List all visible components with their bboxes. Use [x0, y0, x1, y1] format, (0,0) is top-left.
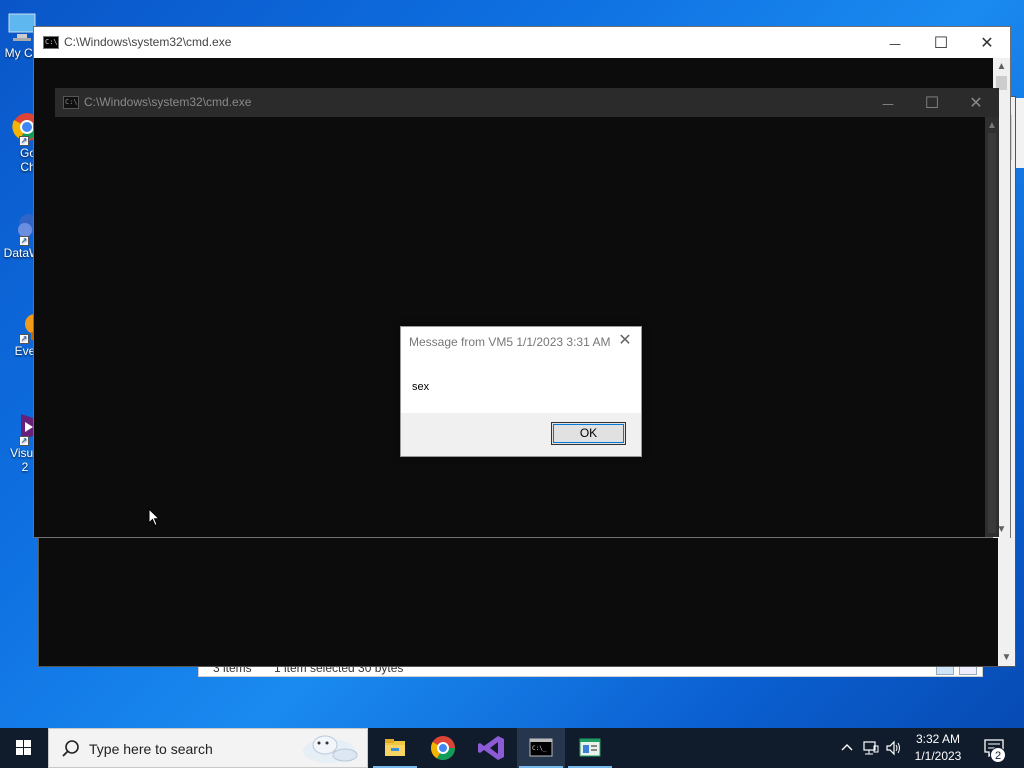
cmd-inner-scrollbar[interactable]: ▲	[985, 117, 999, 537]
network-icon[interactable]	[862, 740, 880, 756]
close-button[interactable]: ✕	[964, 27, 1010, 58]
cmd-window-icon: C:\	[43, 36, 59, 49]
taskbar-app-window[interactable]	[566, 728, 614, 768]
message-body: sex	[412, 381, 430, 393]
scroll-up-arrow-icon[interactable]: ▲	[993, 58, 1010, 75]
close-icon: ✕	[969, 93, 983, 112]
action-center-button[interactable]: 2	[976, 728, 1024, 768]
message-dialog: Message from VM5 1/1/2023 3:31 AM ✕ sex …	[400, 326, 642, 457]
file-explorer-icon	[385, 739, 405, 756]
chevron-up-icon[interactable]	[840, 741, 854, 755]
taskbar-visual-studio[interactable]	[468, 728, 516, 768]
maximize-button[interactable]: ☐	[909, 88, 955, 117]
search-highlight-art-icon	[303, 735, 358, 763]
dialog-footer: OK	[401, 413, 641, 456]
cmd-window-inner: C:\ C:\Windows\system32\cmd.exe — ☐ ✕ ▲	[55, 88, 999, 537]
cmd-inner-titlebar[interactable]: C:\ C:\Windows\system32\cmd.exe — ☐ ✕	[55, 88, 999, 117]
close-button[interactable]: ✕	[953, 88, 999, 117]
taskbar-file-explorer[interactable]	[371, 728, 419, 768]
start-button[interactable]	[0, 728, 48, 768]
taskbar: Type here to search C:\_ 3:32 AM 1/1/202…	[0, 728, 1024, 768]
cmd-icon: C:\_	[529, 738, 553, 757]
clock-date: 1/1/2023	[914, 749, 962, 763]
message-dialog-title: Message from VM5 1/1/2023 3:31 AM	[409, 335, 611, 349]
taskbar-chrome[interactable]	[419, 728, 467, 768]
mouse-cursor-icon	[148, 508, 160, 527]
maximize-icon: ☐	[924, 93, 940, 112]
minimize-button[interactable]: —	[872, 27, 918, 58]
clock-time: 3:32 AM	[915, 732, 961, 746]
maximize-button[interactable]: ☐	[918, 27, 964, 58]
volume-icon[interactable]	[885, 740, 903, 756]
close-icon: ✕	[618, 332, 632, 349]
notification-count-badge: 2	[990, 747, 1006, 763]
minimize-button[interactable]: —	[865, 88, 911, 117]
taskbar-cmd[interactable]: C:\_	[517, 728, 565, 768]
cmd-inner-title: C:\Windows\system32\cmd.exe	[84, 95, 252, 109]
minimize-icon: —	[889, 37, 901, 51]
chrome-icon	[430, 736, 455, 761]
search-box[interactable]: Type here to search	[48, 728, 368, 768]
visual-studio-icon	[478, 736, 504, 760]
shortcut-arrow-icon: ↗	[19, 436, 29, 446]
system-tray	[838, 728, 904, 768]
shortcut-arrow-icon: ↗	[19, 236, 29, 246]
cmd-titlebar[interactable]: C:\ C:\Windows\system32\cmd.exe — ☐ ✕	[34, 27, 1010, 58]
scroll-down-arrow-icon[interactable]: ▼	[998, 649, 1015, 666]
shortcut-arrow-icon: ↗	[19, 136, 29, 146]
search-icon	[62, 740, 79, 757]
maximize-icon: ☐	[933, 33, 949, 52]
ok-button[interactable]: OK	[551, 422, 626, 445]
scrollbar-thumb[interactable]	[988, 133, 996, 533]
cmd-window-icon: C:\	[63, 96, 79, 109]
svg-text:C:\_: C:\_	[532, 745, 547, 752]
windows-logo-icon	[16, 740, 31, 755]
scroll-up-arrow-icon[interactable]: ▲	[985, 117, 999, 134]
cmd-window-title: C:\Windows\system32\cmd.exe	[64, 35, 232, 49]
close-icon: ✕	[980, 33, 994, 52]
search-placeholder: Type here to search	[89, 741, 213, 757]
minimize-icon: —	[882, 97, 894, 111]
dialog-close-button[interactable]: ✕	[615, 331, 635, 351]
taskbar-clock[interactable]: 3:32 AM 1/1/2023	[908, 731, 968, 765]
app-window-icon	[579, 738, 601, 757]
shortcut-arrow-icon: ↗	[19, 334, 29, 344]
